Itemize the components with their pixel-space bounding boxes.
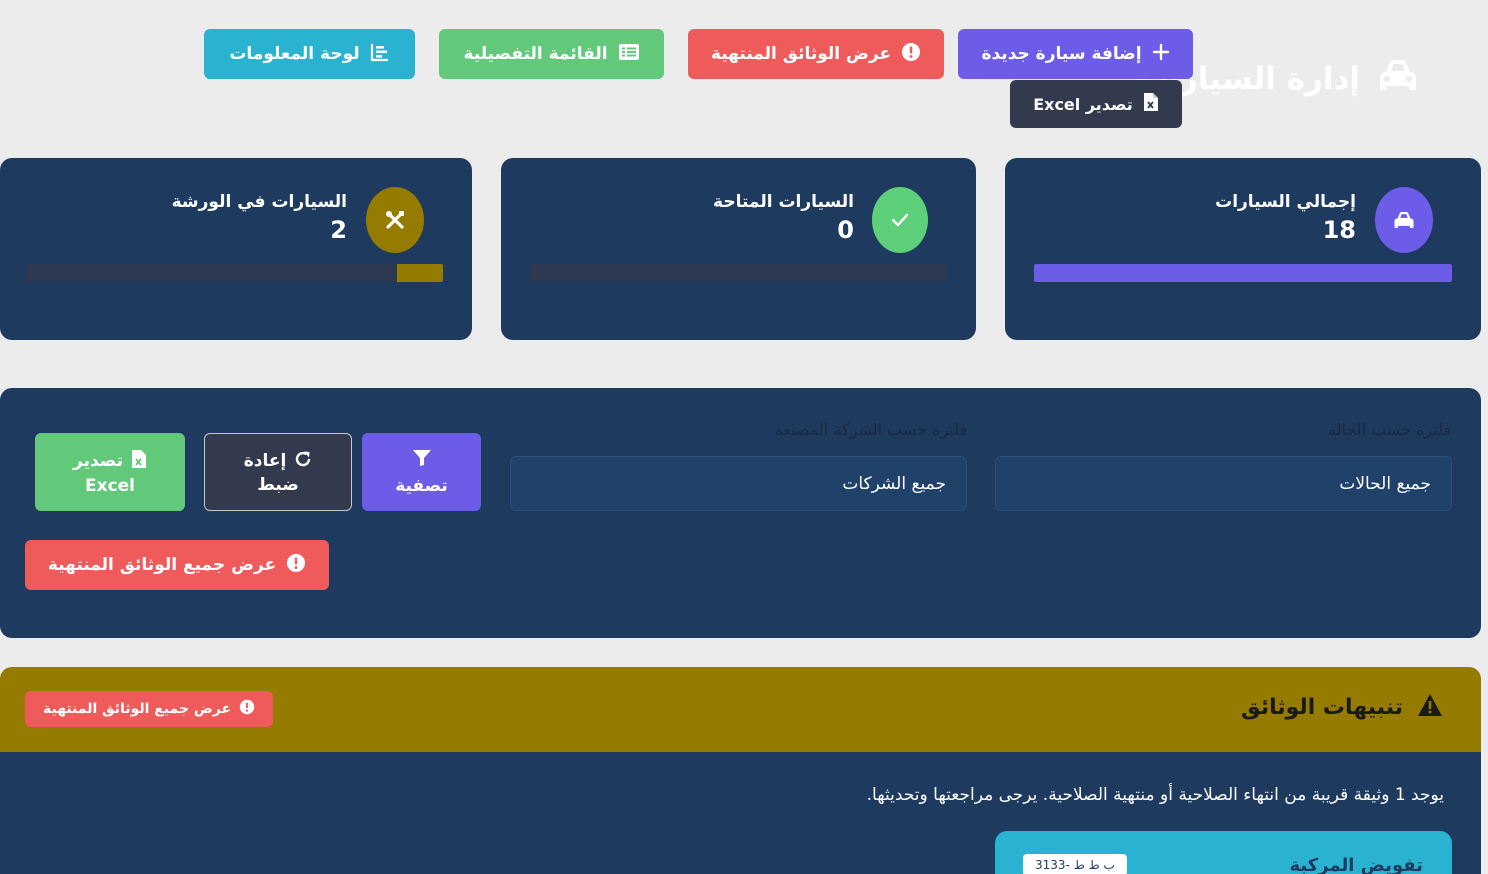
alerts-message: يوجد 1 وثيقة قريبة من انتهاء الصلاحية أو… <box>866 785 1444 805</box>
list-icon <box>618 43 640 66</box>
alerts-title: تنبيهات الوثائق <box>1241 694 1403 720</box>
stat-label: السيارات المتاحة <box>713 192 854 212</box>
warning-icon <box>1417 693 1443 721</box>
show-all-expired-button[interactable]: عرض جميع الوثائق المنتهية <box>25 540 329 590</box>
progress-bar <box>529 264 947 282</box>
export-excel-filter-button[interactable]: تصدير Excel <box>35 433 185 511</box>
plate-badge: 3133- ب ط ط <box>1023 854 1127 874</box>
exclamation-circle-icon <box>239 699 255 719</box>
tools-icon <box>366 187 424 253</box>
status-filter-label: فلترة حسب الحالة <box>1327 420 1451 439</box>
status-select[interactable]: جميع الحالات <box>995 456 1452 511</box>
plus-icon <box>1152 43 1170 66</box>
progress-fill <box>397 264 443 282</box>
stat-value: 18 <box>1322 216 1356 244</box>
redo-icon <box>294 450 312 473</box>
expired-docs-button[interactable]: عرض الوثائق المنتهية <box>688 29 944 79</box>
excel-file-icon <box>131 449 147 474</box>
alerts-show-all-button[interactable]: عرض جميع الوثائق المنتهية <box>25 691 273 727</box>
stat-value: 2 <box>330 216 347 244</box>
stat-label: إجمالي السيارات <box>1215 192 1356 212</box>
progress-bar <box>1034 264 1452 282</box>
document-alerts-header: تنبيهات الوثائق عرض جميع الوثائق المنتهي… <box>0 667 1481 752</box>
dashboard-button[interactable]: لوحة المعلومات <box>204 29 415 79</box>
exclamation-circle-icon <box>286 553 306 578</box>
document-card[interactable]: تفويض المركبة 3133- ب ط ط <box>995 831 1452 874</box>
export-excel-button[interactable]: تصدير Excel <box>1010 80 1182 128</box>
chart-bar-icon <box>370 42 390 67</box>
stat-label: السيارات في الورشة <box>171 192 347 212</box>
stat-card-workshop: السيارات في الورشة 2 <box>0 158 472 340</box>
document-card-title: تفويض المركبة <box>1289 855 1423 874</box>
detailed-list-button[interactable]: القائمة التفصيلية <box>439 29 664 79</box>
company-filter-label: فلترة حسب الشركة المصنعة <box>774 420 967 439</box>
car-icon <box>1378 58 1418 100</box>
filter-icon <box>412 449 432 472</box>
progress-bar <box>25 264 443 282</box>
stat-value: 0 <box>837 216 854 244</box>
document-alerts-body: يوجد 1 وثيقة قريبة من انتهاء الصلاحية أو… <box>0 752 1481 874</box>
add-car-button[interactable]: إضافة سيارة جديدة <box>958 29 1193 79</box>
check-icon <box>872 187 928 253</box>
filter-button[interactable]: تصفية <box>362 433 481 511</box>
excel-file-icon <box>1143 92 1159 116</box>
company-select[interactable]: جميع الشركات <box>510 456 967 511</box>
progress-fill <box>1034 264 1452 282</box>
stat-card-available: السيارات المتاحة 0 <box>501 158 976 340</box>
reset-button[interactable]: إعادة ضبط <box>204 433 352 511</box>
exclamation-circle-icon <box>901 42 921 67</box>
stat-card-total: إجمالي السيارات 18 <box>1005 158 1481 340</box>
car-icon <box>1375 187 1433 253</box>
filter-panel: فلترة حسب الحالة جميع الحالات فلترة حسب … <box>0 388 1481 638</box>
